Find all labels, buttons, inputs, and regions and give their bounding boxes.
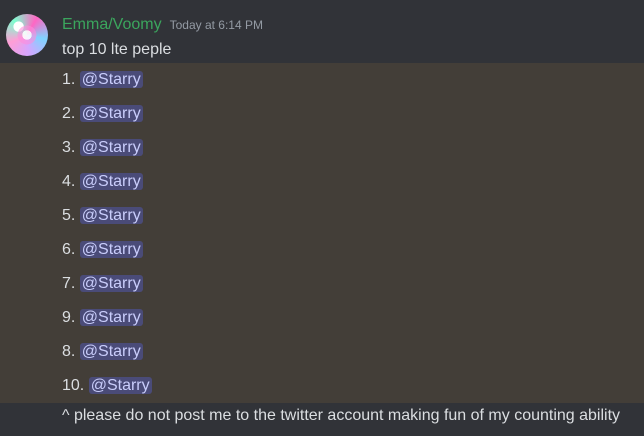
user-mention[interactable]: @Starry [79, 309, 143, 326]
user-mention[interactable]: @Starry [79, 275, 143, 292]
list-item: 8. @Starry [62, 341, 143, 363]
list-number: 3. [62, 139, 76, 156]
list-item: 5. @Starry [62, 205, 143, 227]
message-text-line: ^ please do not post me to the twitter a… [62, 407, 621, 424]
list-number: 7. [62, 275, 76, 292]
user-mention[interactable]: @Starry [79, 343, 143, 360]
list-number: 6. [62, 241, 76, 258]
message-text-line: top 10 lte peple [62, 41, 172, 58]
list-item: 9. @Starry [62, 307, 143, 329]
list-item: 7. @Starry [62, 273, 143, 295]
user-mention[interactable]: @Starry [79, 105, 143, 122]
user-mention[interactable]: @Starry [79, 71, 143, 88]
user-mention[interactable]: @Starry [79, 173, 143, 190]
user-avatar[interactable] [6, 14, 48, 56]
user-mention[interactable]: @Starry [79, 139, 143, 156]
list-item: 2. @Starry [62, 103, 143, 125]
list-item: 3. @Starry [62, 137, 143, 159]
user-mention[interactable]: @Starry [88, 377, 152, 394]
user-mention[interactable]: @Starry [79, 207, 143, 224]
list-number: 10. [62, 377, 85, 394]
list-number: 5. [62, 207, 76, 224]
list-number: 2. [62, 105, 76, 122]
list-item: 1. @Starry [62, 69, 143, 91]
list-item: 10. @Starry [62, 375, 152, 397]
list-number: 1. [62, 71, 76, 88]
list-number: 4. [62, 173, 76, 190]
user-mention[interactable]: @Starry [79, 241, 143, 258]
username[interactable]: Emma/Voomy [62, 16, 162, 34]
list-number: 9. [62, 309, 76, 326]
list-item: 6. @Starry [62, 239, 143, 261]
message-header: Emma/Voomy Today at 6:14 PM [62, 16, 263, 38]
list-item: 4. @Starry [62, 171, 143, 193]
chat-message: Emma/Voomy Today at 6:14 PM top 10 lte p… [0, 0, 644, 436]
message-timestamp: Today at 6:14 PM [169, 18, 263, 32]
list-number: 8. [62, 343, 76, 360]
